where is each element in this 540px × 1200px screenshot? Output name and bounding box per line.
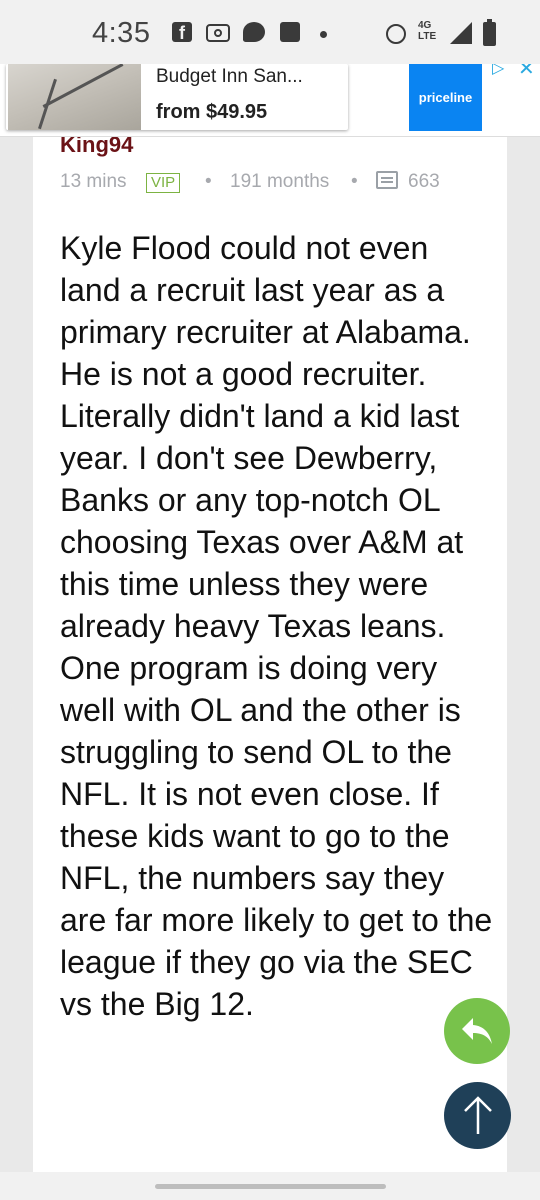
facebook-icon: f: [172, 22, 192, 43]
ad-banner[interactable]: Budget Inn San... from $49.95 priceline …: [0, 58, 540, 137]
network-4g-lte-icon: 4G LTE: [418, 20, 437, 42]
image-icon: [280, 22, 300, 42]
signal-icon: [450, 22, 472, 44]
ad-card[interactable]: Budget Inn San... from $49.95: [6, 64, 348, 130]
ad-cta-button[interactable]: priceline: [409, 64, 482, 131]
ad-price[interactable]: from $49.95: [156, 101, 267, 124]
radio-icon: [206, 24, 230, 42]
post-body: Kyle Flood could not even land a recruit…: [60, 230, 493, 1022]
battery-icon: [483, 19, 496, 46]
scroll-to-top-button[interactable]: [444, 1082, 511, 1149]
vip-badge: VIP: [146, 173, 181, 193]
status-time: 4:35: [92, 17, 151, 49]
ad-thumbnail[interactable]: [8, 64, 141, 130]
status-bar: 4:35 f 4G LTE: [0, 0, 540, 64]
home-gesture-pill[interactable]: [155, 1184, 386, 1189]
forum-post: King94 13 mins VIP • 191 months • 663 Ky…: [33, 120, 507, 1180]
post-time: 13 mins: [60, 171, 127, 192]
separator-dot-icon: •: [351, 171, 358, 192]
messages-icon: [376, 171, 398, 189]
ad-title[interactable]: Budget Inn San...: [156, 66, 303, 88]
post-message-count: 663: [408, 171, 440, 192]
system-nav-bar: [0, 1172, 540, 1200]
post-membership: 191 months: [230, 171, 330, 192]
dot-icon: [320, 31, 327, 38]
reply-button[interactable]: [444, 998, 510, 1064]
arrow-up-icon: [464, 1096, 492, 1134]
chat-icon: [243, 22, 265, 42]
reply-icon: [462, 1018, 492, 1044]
separator-dot-icon: •: [205, 171, 212, 192]
alarm-icon: [386, 24, 406, 44]
